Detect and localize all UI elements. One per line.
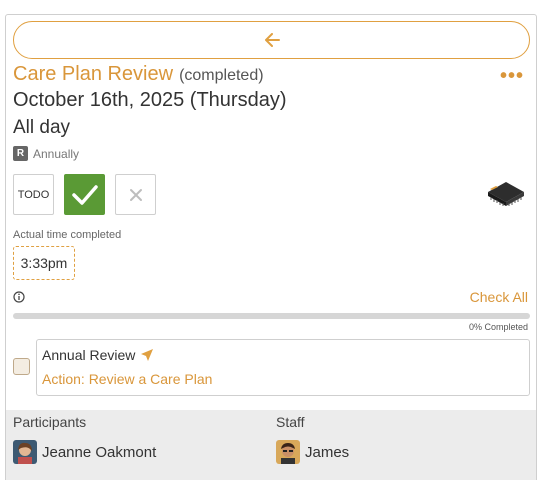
actual-time-label: Actual time completed [13, 229, 122, 241]
recurrence-badge: R [13, 146, 28, 161]
staff-avatar [276, 440, 300, 464]
progress-bar [13, 313, 530, 319]
microchip-icon[interactable] [484, 176, 528, 210]
people-section: Participants Staff Jeanne Oakmont James [6, 410, 536, 480]
participant-avatar [13, 440, 37, 464]
event-card: Care Plan Review (completed) ••• October… [5, 14, 537, 480]
checkmark-icon [71, 184, 98, 205]
done-button[interactable] [64, 174, 105, 215]
recurrence-text: Annually [33, 146, 80, 161]
check-all-link[interactable]: Check All [470, 289, 528, 305]
task-action-link[interactable]: Action: Review a Care Plan [42, 371, 212, 387]
task-title-row: Annual Review [42, 347, 154, 363]
event-title[interactable]: Care Plan Review [13, 63, 173, 86]
participant-name: Jeanne Oakmont [42, 443, 157, 461]
staff-heading: Staff [276, 414, 305, 430]
participants-heading: Participants [13, 414, 87, 430]
task-item[interactable]: Annual Review Action: Review a Care Plan [36, 339, 530, 396]
staff-item[interactable]: James [276, 440, 349, 464]
recurrence-info: R Annually [13, 146, 79, 161]
event-title-row: Care Plan Review (completed) [13, 63, 264, 86]
task-checkbox[interactable] [13, 358, 30, 375]
location-arrow-icon [141, 349, 154, 361]
more-options-icon[interactable]: ••• [500, 65, 524, 88]
staff-name: James [305, 443, 350, 461]
todo-button[interactable]: TODO [13, 174, 54, 215]
progress-label: 0% Completed [468, 322, 528, 332]
task-title: Annual Review [42, 347, 136, 363]
info-icon[interactable] [13, 291, 25, 303]
event-date: October 16th, 2025 (Thursday) [13, 89, 287, 111]
participant-item[interactable]: Jeanne Oakmont [13, 440, 156, 464]
event-status: (completed) [179, 67, 264, 84]
arrow-left-icon [264, 33, 280, 47]
back-button[interactable] [13, 21, 530, 59]
event-time: All day [13, 117, 71, 138]
actual-time-field[interactable]: 3:33pm [13, 246, 75, 280]
close-icon [129, 188, 142, 201]
cancel-button[interactable] [115, 174, 156, 215]
